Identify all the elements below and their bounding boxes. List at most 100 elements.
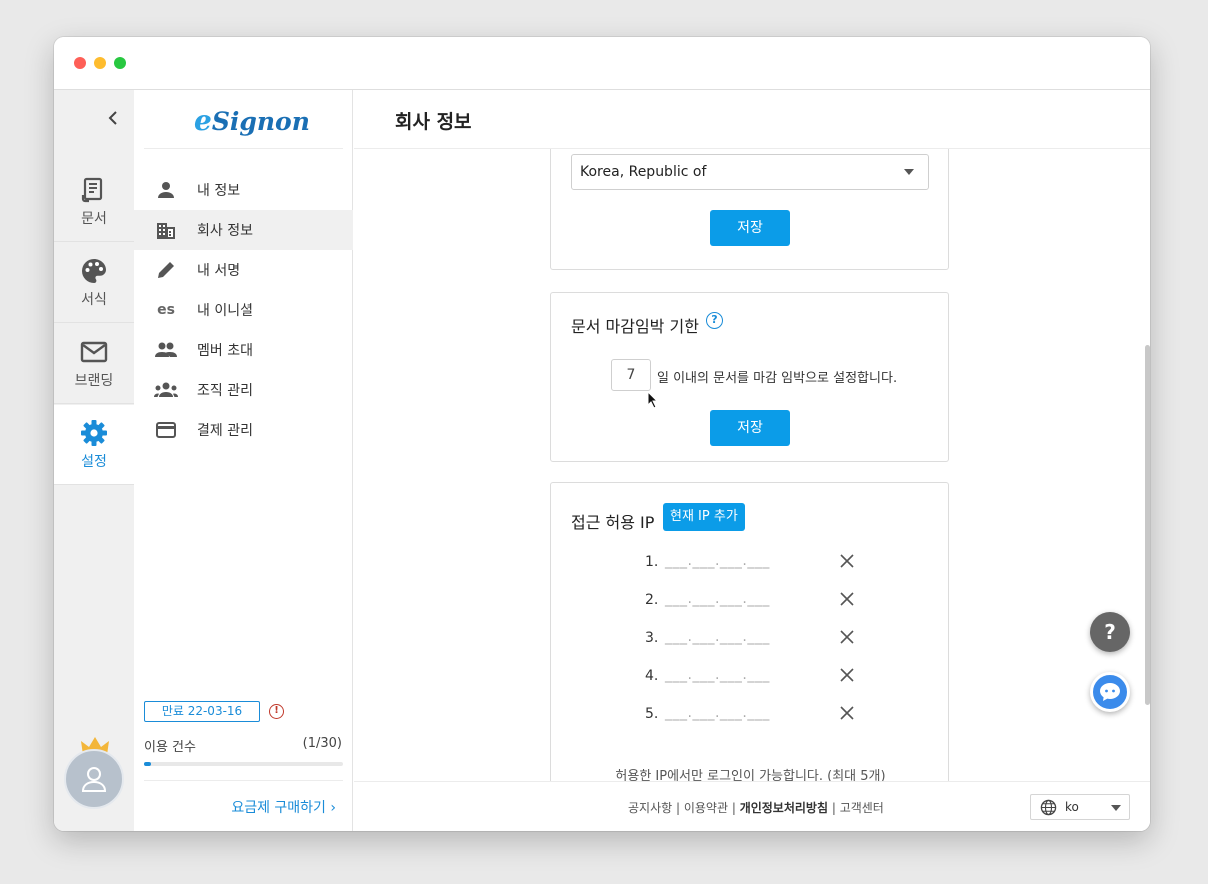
- save-deadline-button[interactable]: 저장: [710, 410, 790, 446]
- close-icon[interactable]: [840, 592, 854, 606]
- ip-row: 4. ___.___.___.___: [551, 665, 950, 689]
- rail-label: 문서: [81, 211, 107, 227]
- terms-link[interactable]: 이용약관: [684, 801, 728, 815]
- caret-down-icon: [1111, 805, 1121, 811]
- menu-item-label: 조직 관리: [197, 383, 253, 399]
- deadline-card: 문서 마감임박 기한 ? 7 일 이내의 문서를 마감 임박으로 설정합니다. …: [550, 292, 949, 462]
- menu-item-label: 내 이니셜: [197, 303, 253, 319]
- menu-item-label: 결제 관리: [197, 423, 253, 439]
- ip-row: 5. ___.___.___.___: [551, 703, 950, 727]
- menu-item-label: 내 서명: [197, 263, 241, 279]
- menu-item-company-info[interactable]: 회사 정보: [134, 210, 353, 250]
- language-value: ko: [1065, 800, 1079, 814]
- ip-input[interactable]: ___.___.___.___: [665, 705, 770, 721]
- globe-icon: [1040, 799, 1057, 816]
- mouse-cursor-icon: [647, 391, 659, 409]
- user-icon: [81, 767, 107, 792]
- app-window: 문서 서식 브랜딩 설정 eSignon 내 정보 회사 정보 내 서명 es …: [54, 37, 1150, 831]
- ip-row-number: 1.: [645, 554, 659, 570]
- close-icon[interactable]: [840, 668, 854, 682]
- menu-item-label: 멤버 초대: [197, 343, 253, 359]
- rail-label: 서식: [81, 292, 107, 308]
- document-icon: [81, 177, 103, 203]
- ip-row: 3. ___.___.___.___: [551, 627, 950, 651]
- palette-icon: [82, 259, 106, 283]
- footer: 공지사항 | 이용약관 | 개인정보처리방침 | 고객센터 ko: [354, 781, 1150, 831]
- country-card: Korea, Republic of 저장: [550, 149, 949, 270]
- language-select[interactable]: ko: [1030, 794, 1130, 820]
- rail-item-settings[interactable]: 설정: [54, 405, 134, 485]
- initials-icon: es: [157, 302, 175, 318]
- support-link[interactable]: 고객센터: [840, 801, 884, 815]
- country-select-value: Korea, Republic of: [580, 164, 707, 180]
- caret-down-icon: [904, 169, 914, 175]
- ip-row: 1. ___.___.___.___: [551, 551, 950, 575]
- ip-row-number: 3.: [645, 630, 659, 646]
- divider: [144, 148, 343, 149]
- maximize-window-button[interactable]: [114, 57, 126, 69]
- usage-value: (1/30): [302, 736, 342, 751]
- country-select[interactable]: Korea, Republic of: [571, 154, 929, 190]
- warning-icon[interactable]: !: [269, 704, 284, 719]
- ip-row-number: 2.: [645, 592, 659, 608]
- usage-progress-fill: [144, 762, 151, 766]
- close-icon[interactable]: [840, 706, 854, 720]
- esignon-logo[interactable]: eSignon: [194, 104, 310, 137]
- divider: [144, 780, 343, 781]
- collapse-sidebar-button[interactable]: [104, 108, 124, 128]
- close-window-button[interactable]: [74, 57, 86, 69]
- avatar[interactable]: [64, 749, 124, 809]
- chat-button[interactable]: [1090, 672, 1130, 712]
- menu-item-organization[interactable]: 조직 관리: [134, 370, 353, 410]
- menu-item-label: 회사 정보: [197, 223, 253, 239]
- question-icon: ?: [1104, 620, 1116, 644]
- menu-item-invite-members[interactable]: 멤버 초대: [134, 330, 353, 370]
- menu-item-billing[interactable]: 결제 관리: [134, 410, 353, 450]
- building-icon: [154, 218, 178, 242]
- deadline-title: 문서 마감임박 기한: [571, 317, 699, 336]
- main-panel: 회사 정보 Korea, Republic of 저장 문서 마감임박 기한 ?…: [354, 90, 1150, 831]
- close-icon[interactable]: [840, 630, 854, 644]
- rail-item-branding[interactable]: 브랜딩: [54, 324, 134, 404]
- deadline-days-input[interactable]: 7: [611, 359, 651, 391]
- add-current-ip-button[interactable]: 현재 IP 추가: [663, 503, 745, 531]
- rail-item-documents[interactable]: 문서: [54, 162, 134, 242]
- menu-item-my-signature[interactable]: 내 서명: [134, 250, 353, 290]
- help-button[interactable]: ?: [1090, 612, 1130, 652]
- footer-links: 공지사항 | 이용약관 | 개인정보처리방침 | 고객센터: [628, 801, 884, 815]
- content-scroll-area[interactable]: Korea, Republic of 저장 문서 마감임박 기한 ? 7 일 이…: [354, 149, 1150, 781]
- rail-item-templates[interactable]: 서식: [54, 243, 134, 323]
- menu-item-label: 내 정보: [197, 183, 241, 199]
- mail-icon: [80, 341, 108, 363]
- group-icon: [154, 338, 178, 362]
- usage-progress-bar: [144, 762, 343, 766]
- expire-badge: 만료 22-03-16: [144, 701, 260, 722]
- buy-plan-label: 요금제 구매하기: [231, 800, 326, 816]
- chevron-left-icon: [108, 111, 117, 125]
- minimize-window-button[interactable]: [94, 57, 106, 69]
- ip-input[interactable]: ___.___.___.___: [665, 629, 770, 645]
- user-avatar-area[interactable]: [64, 735, 124, 809]
- ip-input[interactable]: ___.___.___.___: [665, 553, 770, 569]
- ip-input[interactable]: ___.___.___.___: [665, 591, 770, 607]
- save-button[interactable]: 저장: [710, 210, 790, 246]
- scrollbar[interactable]: [1145, 345, 1150, 705]
- buy-plan-link[interactable]: 요금제 구매하기 ›: [231, 797, 336, 817]
- menu-item-my-initials[interactable]: es 내 이니셜: [134, 290, 353, 330]
- ip-input[interactable]: ___.___.___.___: [665, 667, 770, 683]
- person-icon: [154, 178, 178, 202]
- rail-label: 브랜딩: [74, 373, 114, 389]
- pen-icon: [154, 258, 178, 282]
- title-bar: [54, 37, 1150, 90]
- notice-link[interactable]: 공지사항: [628, 801, 672, 815]
- menu-item-my-info[interactable]: 내 정보: [134, 170, 353, 210]
- help-circle-icon[interactable]: ?: [706, 312, 723, 329]
- ip-row-number: 5.: [645, 706, 659, 722]
- usage-label: 이용 건수: [144, 740, 196, 755]
- privacy-link[interactable]: 개인정보처리방침: [740, 801, 828, 815]
- chevron-right-icon: ›: [330, 800, 336, 816]
- icon-rail: 문서 서식 브랜딩 설정: [54, 90, 134, 831]
- gear-icon: [81, 420, 107, 446]
- deadline-days-text: 일 이내의 문서를 마감 임박으로 설정합니다.: [657, 371, 898, 386]
- close-icon[interactable]: [840, 554, 854, 568]
